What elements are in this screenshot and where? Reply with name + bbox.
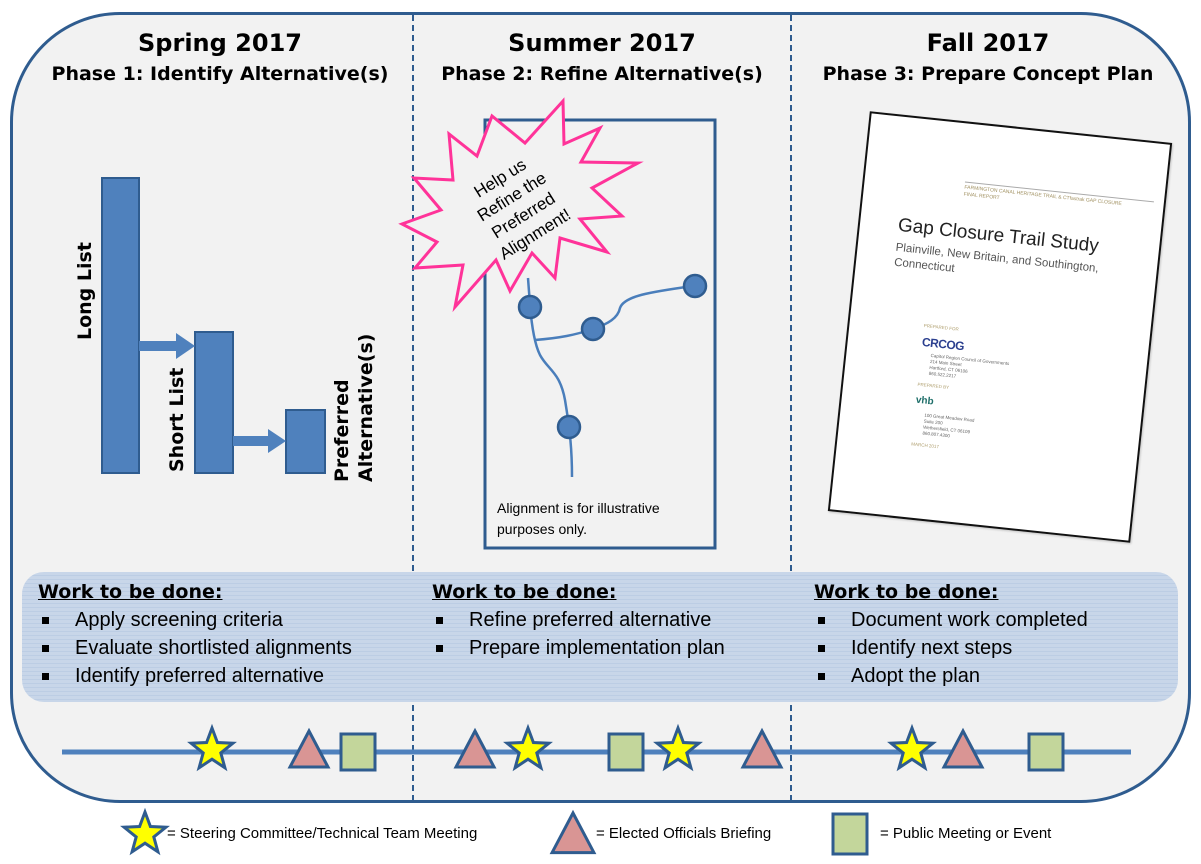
triangle-marker-icon (287, 727, 331, 769)
triangle-marker-icon (941, 727, 985, 769)
star-marker-icon (503, 723, 553, 772)
timeline-markers (187, 723, 1065, 772)
square-marker-icon (339, 732, 377, 772)
triangle-marker-icon (740, 727, 784, 769)
legend-triangle-icon (549, 809, 597, 855)
legend-star-icon (120, 807, 170, 856)
timeline (62, 723, 1131, 856)
star-marker-icon (653, 723, 703, 772)
legend-square-icon (831, 812, 869, 856)
star-marker-icon (887, 723, 937, 772)
schedule-diagram: Spring 2017 Phase 1: Identify Alternativ… (0, 0, 1201, 864)
legend-star-label: = Steering Committee/Technical Team Meet… (167, 825, 478, 842)
star-marker-icon (187, 723, 237, 772)
square-marker-icon (1027, 732, 1065, 772)
square-marker-icon (607, 732, 645, 772)
triangle-marker-icon (453, 727, 497, 769)
legend-triangle-label: = Elected Officials Briefing (596, 825, 772, 842)
legend-square-label: = Public Meeting or Event (880, 825, 1052, 842)
